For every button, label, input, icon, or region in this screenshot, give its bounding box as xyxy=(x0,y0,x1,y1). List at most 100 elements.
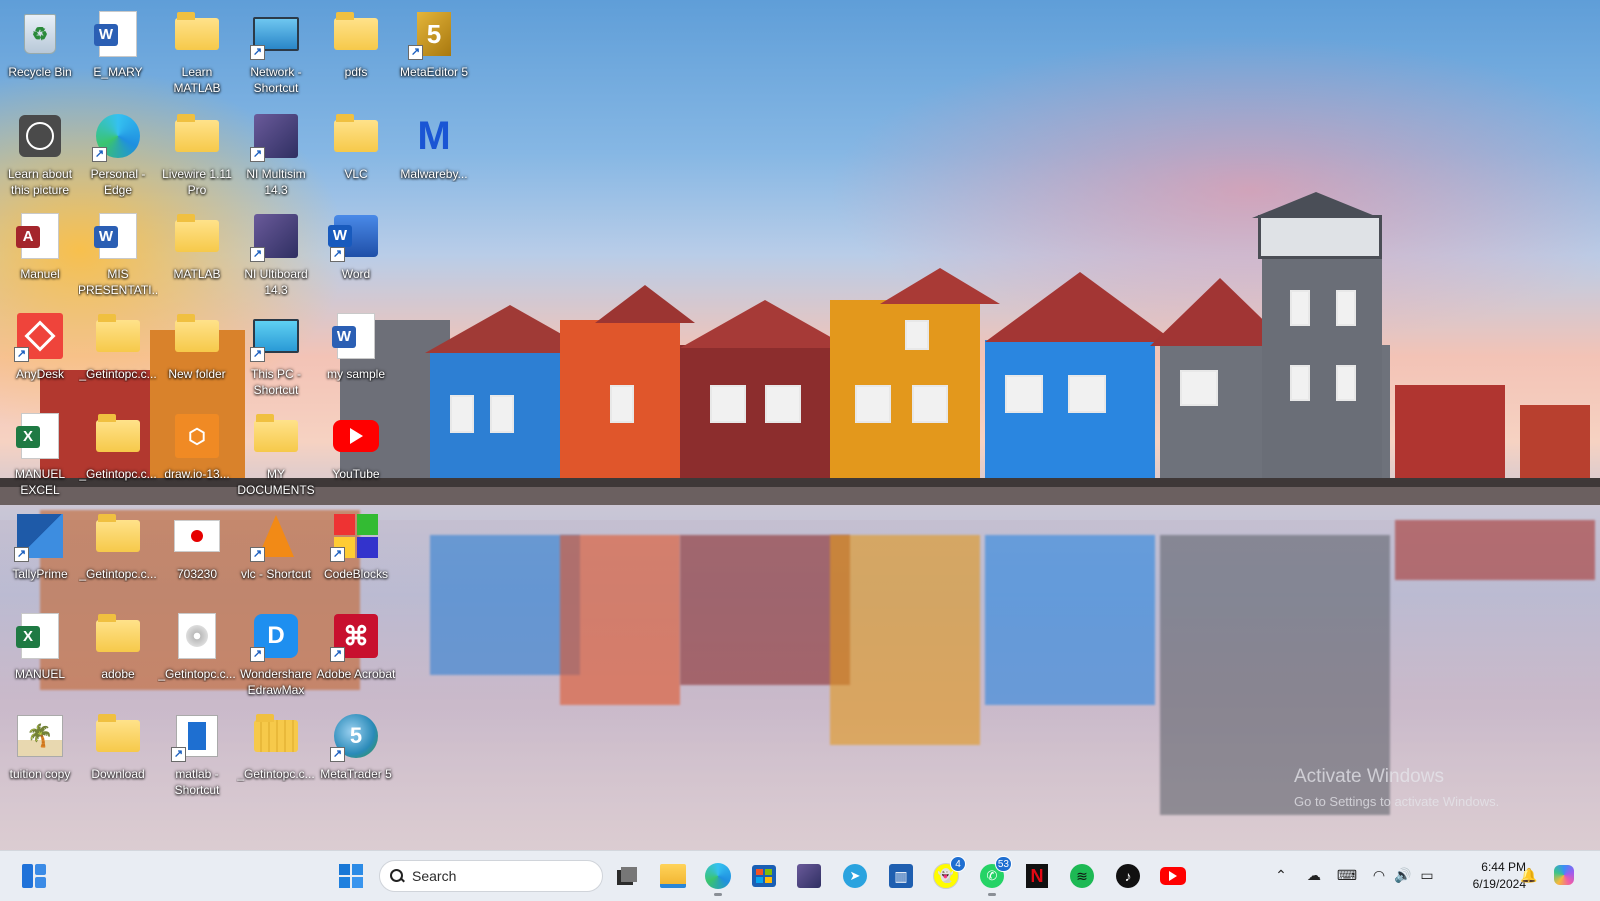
matlab-shortcut-icon: ↗ xyxy=(171,712,221,762)
taskbar-microsoft-store[interactable] xyxy=(748,860,780,892)
clock-time: 6:44 PM xyxy=(1481,860,1526,874)
desktop-icon-matlab-shortcut[interactable]: ↗ matlab - Shortcut xyxy=(157,706,237,804)
desktop-icon-my-sample[interactable]: W my sample xyxy=(316,306,396,404)
desktop-icon-703230[interactable]: 703230 xyxy=(157,506,237,604)
desktop-icon-adobe-folder[interactable]: adobe xyxy=(78,606,158,704)
taskbar-youtube[interactable] xyxy=(1157,860,1189,892)
disc-image-icon xyxy=(173,612,221,660)
wallpaper-window xyxy=(1068,375,1106,413)
shortcut-arrow-icon: ↗ xyxy=(14,547,29,562)
taskbar-snapchat[interactable]: 👻 4 xyxy=(930,856,966,892)
desktop-icon-network-shortcut[interactable]: ↗ Network - Shortcut xyxy=(236,4,316,102)
desktop-icon-edrawmax[interactable]: D ↗ Wondershare EdrawMax xyxy=(236,606,316,704)
wallpaper-window xyxy=(1290,365,1310,401)
wallpaper-roof-3 xyxy=(680,300,850,348)
telegram-icon: ➤ xyxy=(843,864,867,888)
desktop-icon-getintopc-iso[interactable]: _Getintopc.c... xyxy=(157,606,237,704)
desktop-icon-getintopc-3[interactable]: _Getintopc.c... xyxy=(78,506,158,604)
folder-icon xyxy=(94,412,142,460)
taskbar-ni-multisim[interactable] xyxy=(793,860,825,892)
desktop-icon-mis-presentation[interactable]: W MIS PRESENTATI... xyxy=(78,206,158,304)
shortcut-arrow-icon: ↗ xyxy=(250,347,265,362)
taskbar-clock[interactable]: 6:44 PM 6/19/2024 xyxy=(1446,859,1526,893)
desktop-icon-metatrader-5[interactable]: 5 ↗ MetaTrader 5 xyxy=(316,706,396,804)
show-hidden-icons-chevron-icon[interactable]: ⌃ xyxy=(1270,864,1292,886)
desktop-icon-recycle-bin[interactable]: ♻ Recycle Bin xyxy=(0,4,80,102)
desktop-icon-personal-edge[interactable]: ↗ Personal - Edge xyxy=(78,106,158,204)
desktop-icon-metaeditor-5[interactable]: 5 ↗ MetaEditor 5 xyxy=(394,4,474,102)
desktop-icon-ni-ultiboard[interactable]: ↗ NI Ultiboard 14.3 xyxy=(236,206,316,304)
desktop-icon-pdfs[interactable]: pdfs xyxy=(316,4,396,102)
camera-icon xyxy=(16,112,64,160)
wallpaper-reflection xyxy=(1395,520,1595,580)
desktop-icon-malwarebytes[interactable]: M Malwareby... xyxy=(394,106,474,204)
excel-icon: X xyxy=(16,412,64,460)
folder-icon xyxy=(94,612,142,660)
desktop-icon-download-folder[interactable]: Download xyxy=(78,706,158,804)
desktop-icon-this-pc[interactable]: ↗ This PC - Shortcut xyxy=(236,306,316,404)
keyboard-icon[interactable]: ⌨ xyxy=(1336,864,1358,886)
folder-icon xyxy=(173,10,221,58)
desktop-icon-getintopc-1[interactable]: _Getintopc.c... xyxy=(78,306,158,404)
wallpaper-window xyxy=(710,385,746,423)
folder-icon xyxy=(173,212,221,260)
codeblocks-icon: ↗ xyxy=(330,512,380,562)
running-indicator xyxy=(714,893,722,896)
taskbar-task-view[interactable] xyxy=(611,860,643,892)
desktop-icon-getintopc-2[interactable]: _Getintopc.c... xyxy=(78,406,158,504)
desktop-icon-vlc-shortcut[interactable]: ↗ vlc - Shortcut xyxy=(236,506,316,604)
desktop-icon-youtube[interactable]: YouTube xyxy=(316,406,396,504)
wallpaper-window xyxy=(1005,375,1043,413)
folder-icon xyxy=(252,412,300,460)
volume-icon[interactable]: 🔊 xyxy=(1392,864,1414,886)
desktop-icon-word[interactable]: W ↗ Word xyxy=(316,206,396,304)
shortcut-arrow-icon: ↗ xyxy=(330,747,345,762)
desktop-icon-tallyprime[interactable]: ↗ TallyPrime xyxy=(0,506,80,604)
desktop-icon-learn-matlab[interactable]: Learn MATLAB xyxy=(157,4,237,102)
desktop-icon-drawio[interactable]: ⬡ draw.io-13... xyxy=(157,406,237,504)
taskbar-capcut[interactable]: ▥ xyxy=(885,860,917,892)
edge-icon: ↗ xyxy=(92,112,142,162)
desktop-icon-manuel-excel[interactable]: X MANUEL EXCEL xyxy=(0,406,80,504)
taskbar-spotify[interactable]: ≋ xyxy=(1066,860,1098,892)
wallpaper-window xyxy=(905,320,929,350)
folder-icon xyxy=(173,112,221,160)
taskbar-tiktok[interactable]: ♪ xyxy=(1112,860,1144,892)
tallyprime-icon: ↗ xyxy=(14,512,64,562)
desktop-icon-getintopc-zip[interactable]: _Getintopc.c... xyxy=(236,706,316,804)
desktop-icon-codeblocks[interactable]: ↗ CodeBlocks xyxy=(316,506,396,604)
taskbar-netflix[interactable]: N xyxy=(1021,860,1053,892)
taskbar-edge[interactable] xyxy=(702,860,734,896)
onedrive-offline-icon[interactable]: ☁ xyxy=(1303,864,1325,886)
taskbar-start-button[interactable] xyxy=(335,860,367,892)
desktop-icon-e-mary[interactable]: W E_MARY xyxy=(78,4,158,102)
battery-icon[interactable]: ▭ xyxy=(1416,864,1438,886)
metatrader-icon: 5 ↗ xyxy=(330,712,380,762)
desktop-icon-new-folder[interactable]: New folder xyxy=(157,306,237,404)
taskbar-whatsapp[interactable]: ✆ 53 xyxy=(976,856,1012,896)
desktop-icon-livewire[interactable]: Livewire 1.11 Pro xyxy=(157,106,237,204)
desktop-icon-anydesk[interactable]: ↗ AnyDesk xyxy=(0,306,80,404)
shortcut-arrow-icon: ↗ xyxy=(250,247,265,262)
desktop-icon-my-documents[interactable]: MY DOCUMENTS xyxy=(236,406,316,504)
zip-folder-icon xyxy=(252,712,300,760)
desktop-icon-ni-multisim[interactable]: ↗ NI Multisim 14.3 xyxy=(236,106,316,204)
taskbar-search-box[interactable]: Search xyxy=(379,860,603,892)
desktop-icon-manuel-xlsx[interactable]: X MANUEL xyxy=(0,606,80,704)
taskbar-file-explorer[interactable] xyxy=(657,860,689,892)
desktop-icon-adobe-acrobat[interactable]: ⌘ ↗ Adobe Acrobat xyxy=(316,606,396,704)
desktop-icon-vlc-folder[interactable]: VLC xyxy=(316,106,396,204)
notifications-bell-icon[interactable]: 🔔 xyxy=(1518,864,1540,886)
desktop-icon-matlab-folder[interactable]: MATLAB xyxy=(157,206,237,304)
wallpaper-window xyxy=(490,395,514,433)
wifi-icon[interactable]: ◠ xyxy=(1368,864,1390,886)
widgets-icon xyxy=(22,864,46,888)
desktop-icon-learn-about-picture[interactable]: Learn about this picture xyxy=(0,106,80,204)
taskbar-telegram[interactable]: ➤ xyxy=(839,860,871,892)
desktop-icon-manuel-access[interactable]: A Manuel xyxy=(0,206,80,304)
desktop-icon-tuition-copy[interactable]: 🌴 tuition copy xyxy=(0,706,80,804)
taskbar-widgets-button[interactable] xyxy=(18,860,50,892)
wallpaper-window xyxy=(1336,365,1356,401)
copilot-icon[interactable] xyxy=(1553,864,1575,886)
metaeditor-icon: 5 ↗ xyxy=(408,10,458,60)
